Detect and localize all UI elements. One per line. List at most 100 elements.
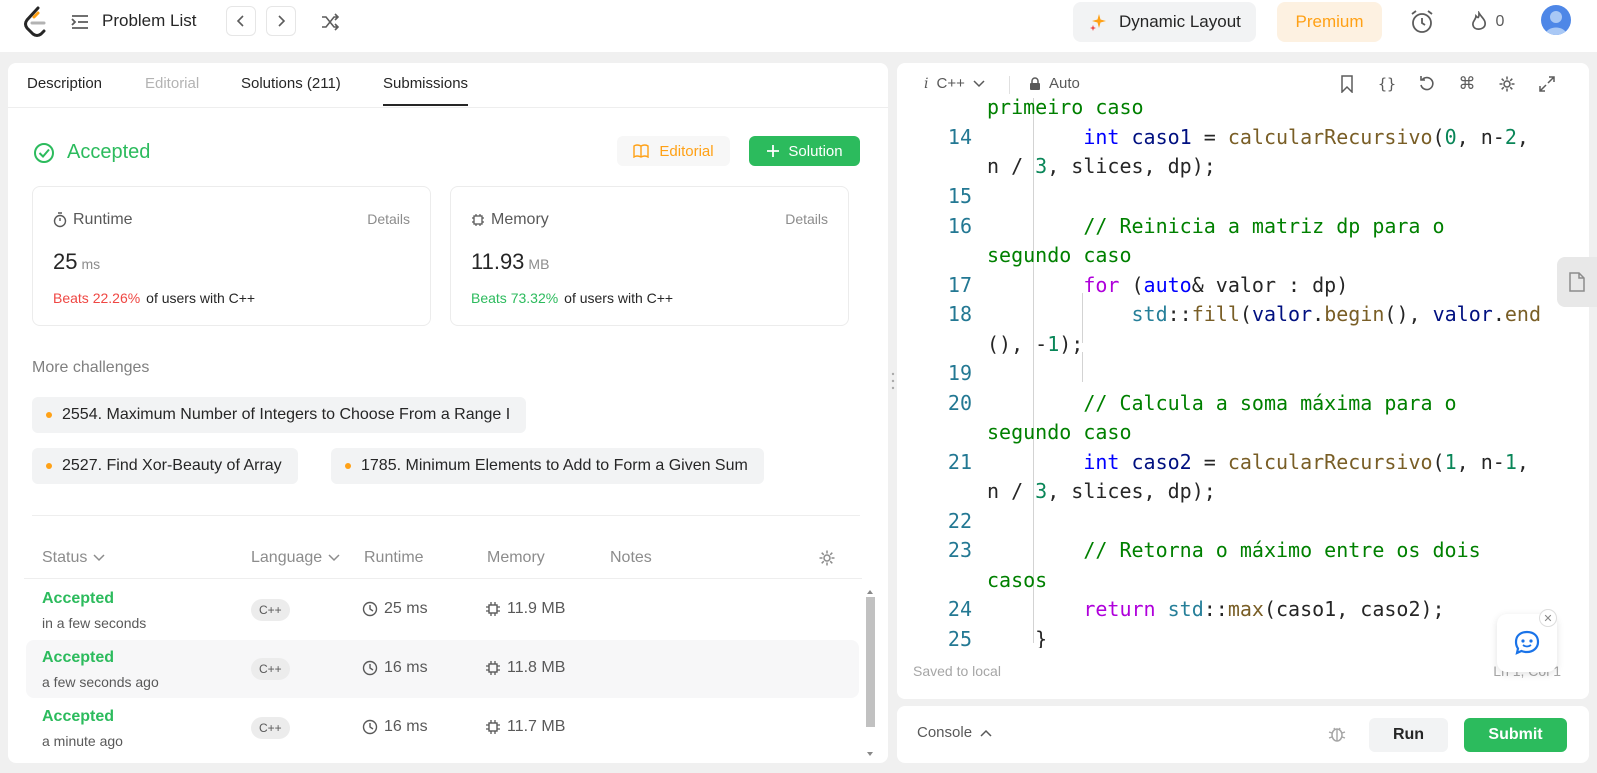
- row-runtime: 25 ms: [362, 600, 428, 618]
- code-line: primeiro caso: [987, 98, 1144, 119]
- language-selector[interactable]: i C++: [924, 75, 985, 92]
- problem-list-link[interactable]: Problem List: [102, 11, 196, 31]
- line-number: 23: [947, 538, 972, 562]
- chevron-left-icon: [236, 15, 244, 27]
- shuffle-icon[interactable]: [318, 10, 342, 34]
- row-status[interactable]: Accepted: [42, 590, 114, 608]
- list-icon[interactable]: [69, 10, 91, 34]
- runtime-column-header: Runtime: [364, 549, 424, 567]
- reset-icon[interactable]: [1417, 74, 1437, 94]
- table-row[interactable]: Accepted a minute ago C++ 16 ms 11.7 MB: [26, 699, 859, 757]
- tab-editorial[interactable]: Editorial: [145, 75, 199, 92]
- memory-title: Memory: [471, 211, 549, 229]
- alarm-clock-icon[interactable]: [1408, 10, 1436, 34]
- line-number: 14: [947, 125, 972, 149]
- row-status[interactable]: Accepted: [42, 708, 114, 726]
- tab-bar: Description Editorial Solutions (211) Su…: [8, 63, 888, 108]
- panel-resize-handle[interactable]: [891, 370, 895, 392]
- code-line: return std::max(caso1, caso2);: [1083, 597, 1445, 621]
- info-icon: i: [924, 75, 929, 92]
- scrollbar-thumb[interactable]: [866, 597, 875, 727]
- code-line: std::fill(valor.begin(), valor.end: [1131, 302, 1541, 326]
- chevron-up-icon: [980, 729, 992, 737]
- close-icon[interactable]: ✕: [1539, 609, 1557, 627]
- solution-button[interactable]: Solution: [749, 136, 860, 166]
- line-number: 17: [947, 273, 972, 297]
- code-line: segundo caso: [987, 243, 1132, 267]
- command-icon[interactable]: ⌘: [1457, 74, 1477, 94]
- left-panel: Description Editorial Solutions (211) Su…: [8, 63, 888, 763]
- table-row[interactable]: Accepted a few seconds ago C++ 16 ms 11.…: [26, 640, 859, 698]
- status-column-header[interactable]: Status: [42, 549, 105, 567]
- submit-label: Submit: [1488, 726, 1543, 743]
- console-toggle[interactable]: Console: [917, 724, 992, 741]
- memory-details-link[interactable]: Details: [785, 211, 828, 227]
- memory-header-label: Memory: [487, 549, 545, 566]
- runtime-unit: ms: [81, 256, 101, 272]
- code-line: }: [987, 627, 1048, 648]
- submit-button[interactable]: Submit: [1464, 718, 1567, 752]
- language-header-label: Language: [251, 549, 323, 566]
- challenge-chip[interactable]: 2527. Find Xor-Beauty of Array: [32, 448, 298, 484]
- line-number: 20: [947, 391, 972, 415]
- language-column-header[interactable]: Language: [251, 549, 340, 567]
- row-memory: 11.8 MB: [485, 659, 565, 677]
- memory-beats: Beats 73.32% of users with C++: [471, 290, 673, 306]
- row-time: a few seconds ago: [42, 674, 159, 690]
- section-divider: [32, 515, 860, 516]
- bookmark-icon[interactable]: [1337, 74, 1357, 94]
- stopwatch-icon: [53, 212, 67, 228]
- runtime-details-link[interactable]: Details: [367, 211, 410, 227]
- streak-count: 0: [1495, 13, 1505, 30]
- row-time: in a few seconds: [42, 615, 147, 631]
- code-editor-panel: i C++ Auto {} ⌘ 14 15 16 17 18 19 20 21 …: [897, 63, 1589, 699]
- chevron-down-icon: [328, 554, 340, 562]
- challenge-chip[interactable]: 1785. Minimum Elements to Add to Form a …: [331, 448, 764, 484]
- settings-gear-icon[interactable]: [1497, 74, 1517, 94]
- bullet-dot-icon: [46, 463, 52, 469]
- debug-bug-icon[interactable]: [1327, 724, 1347, 749]
- editorial-button[interactable]: Editorial: [617, 136, 730, 166]
- dynamic-layout-button[interactable]: Dynamic Layout: [1073, 2, 1256, 42]
- auto-mode-indicator[interactable]: Auto: [1029, 75, 1080, 92]
- leetcode-logo-icon[interactable]: [22, 6, 50, 38]
- tab-submissions[interactable]: Submissions: [383, 75, 468, 92]
- status-header-label: Status: [42, 549, 88, 566]
- code-line: n / 3, slices, dp);: [987, 479, 1216, 503]
- streak-counter[interactable]: 0: [1467, 10, 1507, 34]
- console-label: Console: [917, 724, 973, 741]
- memory-value: 11.93: [471, 249, 525, 274]
- memory-card: Memory Details 11.93 MB Beats 73.32% of us…: [450, 186, 849, 326]
- runtime-card: Runtime Details 25 ms Beats 22.26% of user…: [32, 186, 431, 326]
- memory-value-row: 11.93 MB: [471, 249, 549, 275]
- row-runtime: 16 ms: [362, 659, 428, 677]
- runtime-header-label: Runtime: [364, 549, 424, 566]
- user-avatar[interactable]: [1541, 5, 1571, 35]
- line-number: 25: [947, 627, 972, 648]
- active-tab-indicator: [383, 104, 468, 106]
- row-status[interactable]: Accepted: [42, 649, 114, 667]
- premium-button[interactable]: Premium: [1277, 2, 1382, 42]
- row-memory: 11.7 MB: [485, 718, 565, 736]
- tab-solutions[interactable]: Solutions (211): [241, 75, 341, 92]
- row-runtime-value: 25 ms: [384, 600, 428, 617]
- run-button[interactable]: Run: [1369, 718, 1448, 752]
- notes-side-tab[interactable]: [1557, 257, 1597, 307]
- code-line: int caso2 = calcularRecursivo(1, n-1,: [1083, 450, 1529, 474]
- memory-beats-percent: Beats 73.32%: [471, 290, 559, 306]
- row-runtime: 16 ms: [362, 718, 428, 736]
- next-problem-button[interactable]: [266, 6, 296, 36]
- expand-icon[interactable]: [1537, 74, 1557, 94]
- format-braces-icon[interactable]: {}: [1377, 74, 1397, 94]
- table-settings-icon[interactable]: [818, 549, 836, 567]
- code-line: segundo caso: [987, 420, 1132, 444]
- book-icon: [633, 144, 650, 158]
- line-number: 19: [947, 361, 972, 385]
- tab-description[interactable]: Description: [27, 75, 102, 92]
- table-row[interactable]: Accepted in a few seconds C++ 25 ms 11.9…: [26, 581, 859, 639]
- code-area[interactable]: 14 15 16 17 18 19 20 21 22 23 24 25 prim…: [897, 98, 1589, 648]
- prev-problem-button[interactable]: [226, 6, 256, 36]
- memory-beats-text: of users with C++: [564, 290, 674, 306]
- row-memory-value: 11.7 MB: [507, 718, 566, 735]
- challenge-chip[interactable]: 2554. Maximum Number of Integers to Choo…: [32, 397, 527, 433]
